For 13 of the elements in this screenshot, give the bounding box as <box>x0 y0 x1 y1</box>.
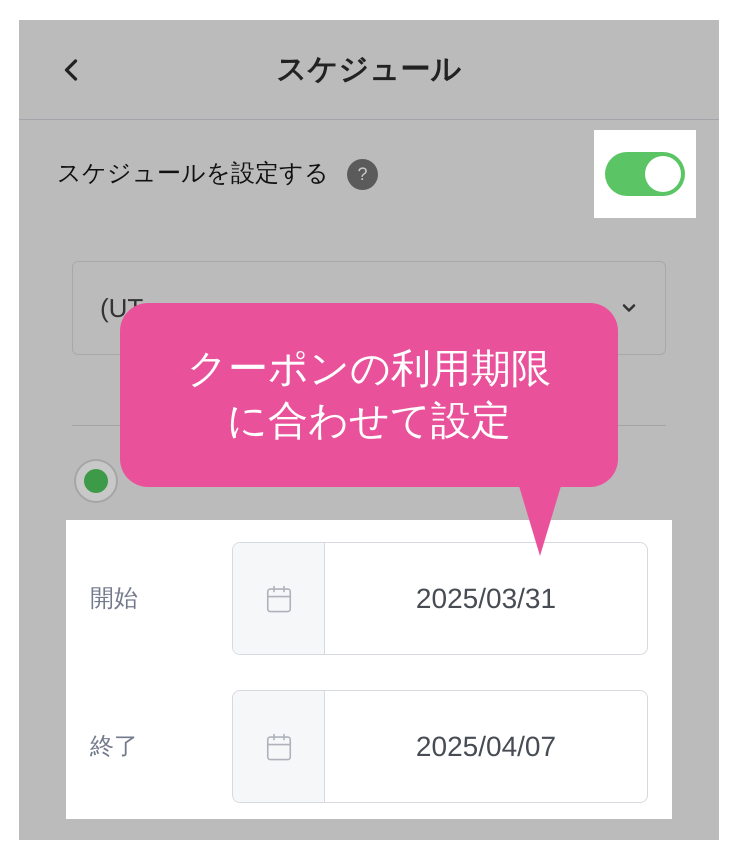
callout-text: クーポンの利用期限 <box>187 346 551 393</box>
date-field[interactable]: 2025/03/31 <box>232 542 648 655</box>
schedule-toggle[interactable] <box>605 152 685 196</box>
callout-text: に合わせて設定 <box>227 398 511 445</box>
help-icon[interactable]: ? <box>347 158 378 190</box>
period-radio[interactable] <box>74 459 118 503</box>
screen-title: スケジュール <box>276 52 462 88</box>
date-label: 終了 <box>89 732 139 762</box>
date-field[interactable]: 2025/04/07 <box>232 690 648 803</box>
date-value: 2025/04/07 <box>416 730 556 764</box>
date-label: 開始 <box>89 584 139 614</box>
date-value: 2025/03/31 <box>416 582 556 616</box>
schedule-label: スケジュールを設定する <box>57 159 329 189</box>
